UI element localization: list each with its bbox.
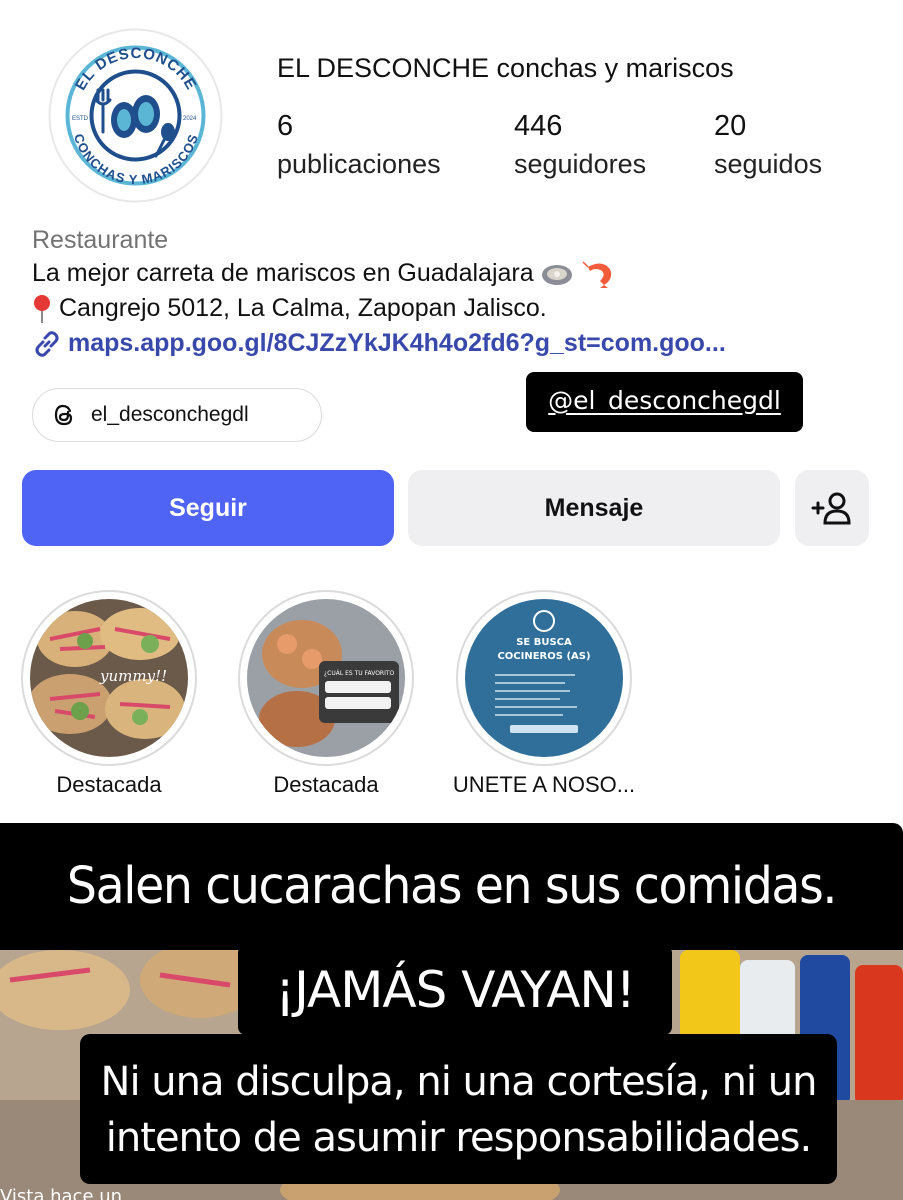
link-icon: [35, 330, 59, 357]
highlight-cover-hiring: SE BUSCA COCINEROS (AS): [465, 599, 623, 757]
highlight-item[interactable]: ¿CUÁL ES TU FAVORITO Destacada: [238, 590, 414, 797]
highlight-label: Destacada: [56, 772, 162, 797]
stat-posts-label: publicaciones: [277, 149, 441, 179]
highlight-item[interactable]: SE BUSCA COCINEROS (AS) UNETE A NOSO...: [453, 590, 635, 797]
bio-category: Restaurante: [32, 226, 169, 254]
stat-followers-label: seguidores: [514, 149, 647, 179]
stat-followers-value: 446: [514, 110, 563, 142]
threads-handle: el_desconchegdl: [91, 403, 249, 426]
bio-tagline-text: La mejor carreta de mariscos en Guadalaj…: [32, 259, 534, 287]
profile-username: EL DESCONCHE conchas y mariscos: [277, 53, 734, 83]
threads-chip[interactable]: el_desconchegdl: [32, 388, 322, 442]
oyster-emoji: [541, 265, 572, 286]
highlight-ring: ¿CUÁL ES TU FAVORITO: [238, 590, 414, 766]
caption-never-go: ¡JAMÁS VAYAN!: [238, 945, 672, 1035]
shrimp-emoji: [582, 261, 611, 289]
suggest-people-button[interactable]: [795, 470, 869, 546]
highlight-hiring-title: SE BUSCA: [516, 637, 572, 648]
stat-following-label: seguidos: [714, 149, 823, 179]
highlight-hiring-title-2: COCINEROS (AS): [497, 651, 590, 662]
caption-complaint: Ni una disculpa, ni una cortesía, ni un …: [80, 1034, 837, 1184]
highlight-ring: SE BUSCA COCINEROS (AS): [456, 590, 632, 766]
bio-link-text: maps.app.goo.gl/8CJZzYkJK4h4o2fd6?g_st=c…: [68, 329, 726, 357]
logo-year: 2024: [183, 116, 197, 122]
threads-icon: [54, 404, 73, 426]
bio-tagline: La mejor carreta de mariscos en Guadalaj…: [32, 256, 882, 291]
stat-posts-value: 6: [277, 110, 294, 142]
cut-off-text: Vista hace un: [0, 1186, 123, 1200]
mention-sticker-text: @el_desconchegdl: [548, 385, 781, 415]
highlight-overlay-text: yummy!!: [99, 667, 167, 685]
profile-avatar[interactable]: EL DESCONCHE CONCHAS Y MARISCOS ESTD 202…: [48, 28, 223, 203]
add-person-icon: [811, 492, 851, 525]
location-pin-icon: [34, 295, 50, 324]
bio-address: Cangrejo 5012, La Calma, Zapopan Jalisco…: [32, 291, 882, 326]
caption-warning: Salen cucarachas en sus comidas.: [31, 823, 872, 950]
bio-address-text: Cangrejo 5012, La Calma, Zapopan Jalisco…: [58, 294, 547, 322]
mention-sticker[interactable]: @el_desconchegdl: [526, 372, 803, 432]
follow-button[interactable]: Seguir: [22, 470, 394, 546]
caption-box-1: Salen cucarachas en sus comidas.: [0, 823, 903, 950]
caption-complaint-line1: Ni una disculpa, ni una cortesía, ni un: [100, 1059, 818, 1105]
caption-complaint-line2: intento de asumir responsabilidades.: [105, 1115, 812, 1161]
stat-followers[interactable]: 446 seguidores: [514, 108, 646, 184]
profile-bio: Restaurante La mejor carreta de mariscos…: [32, 224, 882, 361]
highlight-label: Destacada: [273, 772, 379, 797]
highlight-cover-tostadas: yummy!!: [30, 599, 188, 757]
stat-posts[interactable]: 6 publicaciones: [277, 108, 441, 184]
message-button[interactable]: Mensaje: [408, 470, 780, 546]
stat-following[interactable]: 20 seguidos: [714, 108, 822, 184]
highlight-ring: yummy!!: [21, 590, 197, 766]
brand-logo: EL DESCONCHE CONCHAS Y MARISCOS ESTD 202…: [48, 28, 223, 203]
bio-link[interactable]: maps.app.goo.gl/8CJZzYkJK4h4o2fd6?g_st=c…: [32, 326, 882, 361]
highlight-poll-question: ¿CUÁL ES TU FAVORITO: [324, 670, 395, 677]
logo-estd: ESTD: [72, 116, 89, 122]
stat-following-value: 20: [714, 110, 747, 142]
highlight-cover-favorite: ¿CUÁL ES TU FAVORITO: [247, 599, 405, 757]
highlight-item[interactable]: yummy!! Destacada: [21, 590, 197, 797]
highlight-label: UNETE A NOSO...: [452, 772, 636, 797]
